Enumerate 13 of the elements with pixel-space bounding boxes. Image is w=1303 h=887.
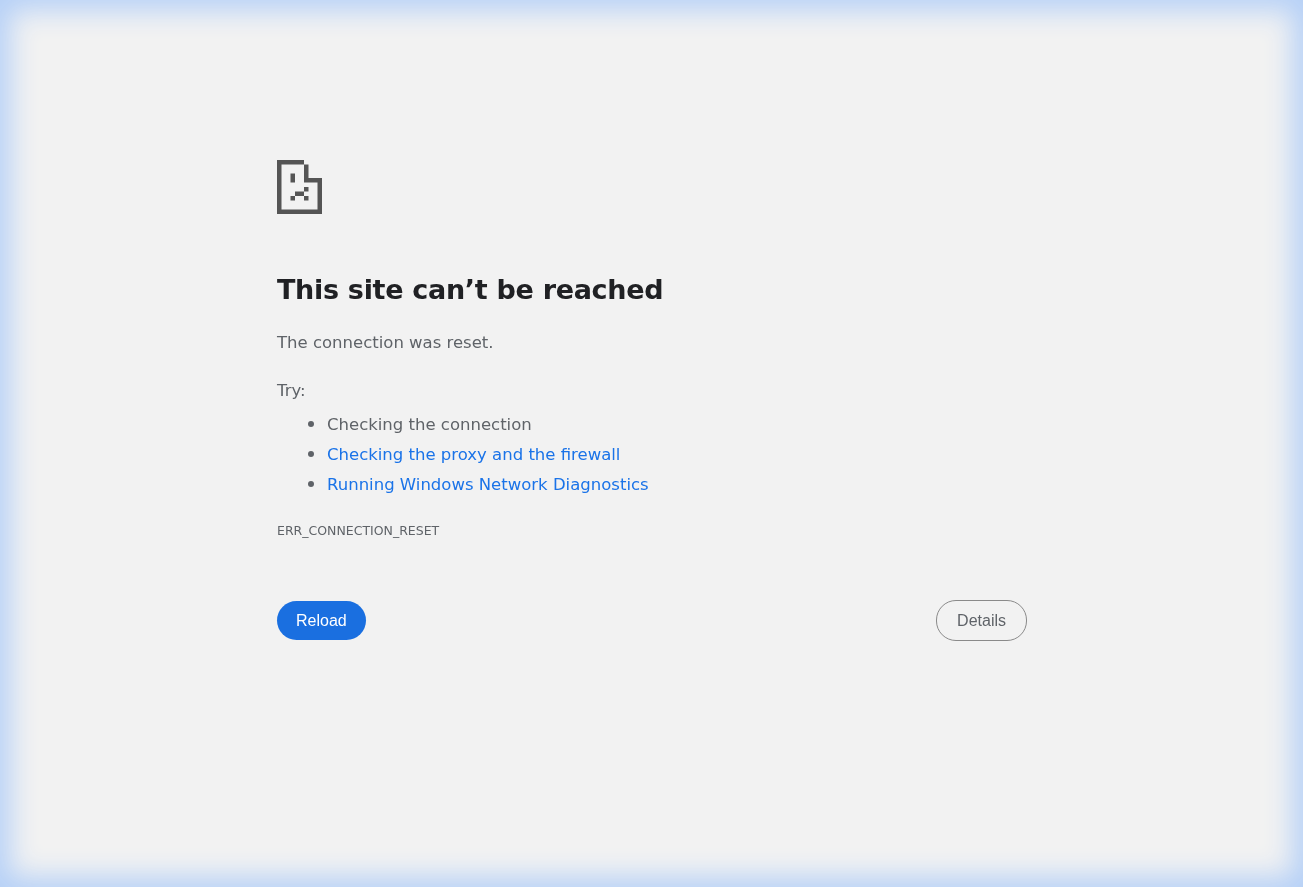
error-message: The connection was reset. [277, 332, 495, 354]
sad-page-icon [277, 160, 322, 214]
suggestion-link[interactable]: Checking the proxy and the firewall [327, 444, 621, 464]
error-code: ERR_CONNECTION_RESET [277, 523, 441, 538]
details-button[interactable]: Details [936, 600, 1027, 641]
page-heading: This site can’t be reached [277, 273, 665, 307]
reload-button[interactable]: Reload [277, 601, 366, 640]
bullet-icon [308, 451, 314, 457]
suggestion-text: Checking the connection [327, 414, 532, 434]
try-label: Try: [277, 380, 307, 402]
suggestion-link[interactable]: Running Windows Network Diagnostics [327, 474, 649, 494]
bullet-icon [308, 481, 314, 487]
bullet-icon [308, 421, 314, 427]
